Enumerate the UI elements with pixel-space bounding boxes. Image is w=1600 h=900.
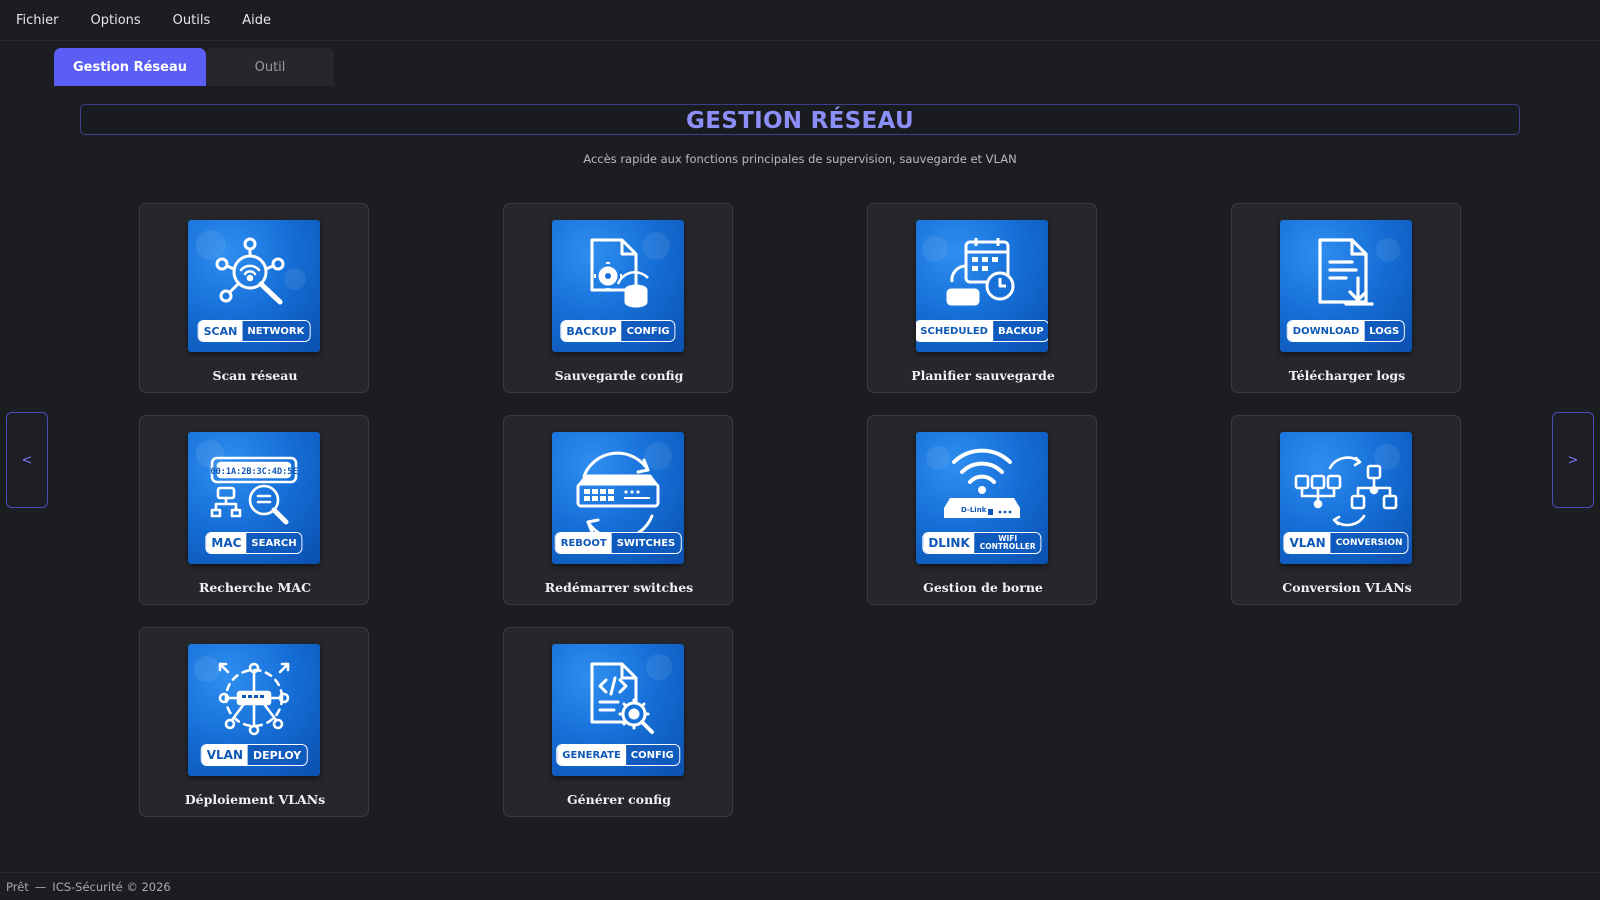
card-label: Générer config — [566, 792, 671, 807]
menu-outils[interactable]: Outils — [163, 9, 221, 32]
card-badge: REBOOT SWITCHES — [554, 532, 682, 554]
download-logs-icon: DOWNLOAD LOGS — [1280, 220, 1412, 352]
card-telecharger-logs[interactable]: DOWNLOAD LOGS Télécharger logs — [1231, 203, 1461, 393]
card-badge: SCHEDULED BACKUP — [916, 320, 1048, 342]
card-badge: SCAN NETWORK — [197, 320, 311, 342]
status-separator: — — [34, 879, 47, 894]
card-label: Planifier sauvegarde — [911, 368, 1055, 383]
card-conversion-vlans[interactable]: VLAN CONVERSION Conversion VLANs — [1231, 415, 1461, 605]
network-scan-icon: SCAN NETWORK — [188, 220, 320, 352]
wifi-controller-icon: D-Link DLINK WIFI CONTROLLER — [916, 432, 1048, 564]
vlan-deploy-icon: VLAN DEPLOY — [188, 644, 320, 776]
tab-gestion-reseau[interactable]: Gestion Réseau — [54, 48, 206, 86]
backup-config-icon: BACKUP CONFIG — [552, 220, 684, 352]
card-label: Conversion VLANs — [1282, 580, 1412, 595]
tab-outil[interactable]: Outil — [206, 48, 334, 86]
card-sauvegarde-config[interactable]: BACKUP CONFIG Sauvegarde config — [503, 203, 733, 393]
card-label: Déploiement VLANs — [184, 792, 326, 807]
mac-address-text: 00:1A:2B:3C:4D:5E — [211, 467, 298, 477]
card-deploiement-vlans[interactable]: VLAN DEPLOY Déploiement VLANs — [139, 627, 369, 817]
menu-bar: Fichier Options Outils Aide — [0, 0, 1600, 41]
card-label: Redémarrer switches — [544, 580, 694, 595]
menu-options[interactable]: Options — [81, 9, 151, 32]
next-page-button[interactable]: > — [1552, 412, 1594, 508]
page-subtitle: Accès rapide aux fonctions principales d… — [583, 152, 1017, 166]
menu-fichier[interactable]: Fichier — [6, 9, 69, 32]
menu-aide[interactable]: Aide — [232, 9, 281, 32]
card-badge: VLAN DEPLOY — [200, 744, 308, 766]
card-badge: DOWNLOAD LOGS — [1286, 320, 1406, 342]
vlan-conversion-icon: VLAN CONVERSION — [1280, 432, 1412, 564]
card-badge: VLAN CONVERSION — [1283, 532, 1409, 554]
status-text: Prêt — [6, 879, 29, 894]
card-label: Scan réseau — [212, 368, 298, 383]
page-title: GESTION RÉSEAU — [686, 107, 914, 134]
card-gestion-de-borne[interactable]: D-Link DLINK WIFI CONTROLLER Gestion de … — [867, 415, 1097, 605]
page-title-box: GESTION RÉSEAU — [80, 104, 1520, 135]
reboot-switch-icon: REBOOT SWITCHES — [552, 432, 684, 564]
card-badge: GENERATE CONFIG — [556, 744, 680, 766]
card-scan-reseau[interactable]: SCAN NETWORK Scan réseau — [139, 203, 369, 393]
mac-search-icon: 00:1A:2B:3C:4D:5E MAC SEARCH — [188, 432, 320, 564]
card-label: Sauvegarde config — [554, 368, 684, 383]
copyright-text: ICS-Sécurité © 2026 — [52, 879, 171, 894]
card-planifier-sauvegarde[interactable]: SCHEDULED BACKUP Planifier sauvegarde — [867, 203, 1097, 393]
card-label: Télécharger logs — [1288, 368, 1406, 383]
card-badge: DLINK WIFI CONTROLLER — [922, 532, 1042, 554]
dlink-brand-text: D-Link — [961, 506, 987, 514]
card-generer-config[interactable]: GENERATE CONFIG Générer config — [503, 627, 733, 817]
card-label: Gestion de borne — [923, 580, 1043, 595]
status-bar: Prêt — ICS-Sécurité © 2026 — [0, 872, 1600, 900]
card-recherche-mac[interactable]: 00:1A:2B:3C:4D:5E MAC SEARCH Recherche M… — [139, 415, 369, 605]
scheduled-backup-icon: SCHEDULED BACKUP — [916, 220, 1048, 352]
card-label: Recherche MAC — [198, 580, 312, 595]
card-badge: BACKUP CONFIG — [560, 320, 676, 342]
prev-page-button[interactable]: < — [6, 412, 48, 508]
generate-config-icon: GENERATE CONFIG — [552, 644, 684, 776]
card-badge: MAC SEARCH — [205, 532, 303, 554]
card-redemarrer-switches[interactable]: REBOOT SWITCHES Redémarrer switches — [503, 415, 733, 605]
tab-bar: Gestion Réseau Outil — [54, 48, 334, 86]
